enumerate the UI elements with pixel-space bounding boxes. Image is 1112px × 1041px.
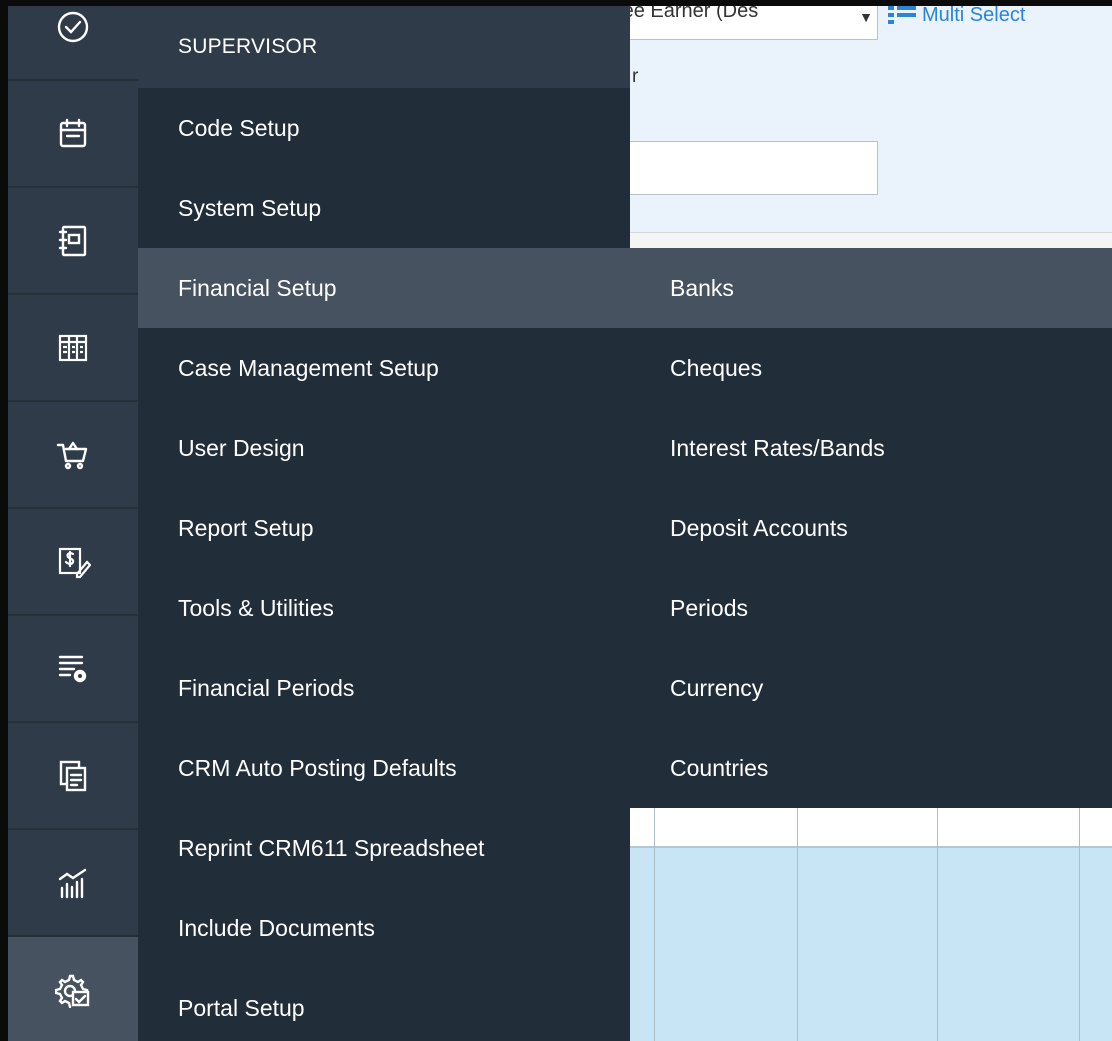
grid-header-row	[630, 808, 1112, 848]
menu-item-system-setup[interactable]: System Setup	[138, 168, 630, 248]
menu-item-report-setup[interactable]: Report Setup	[138, 488, 630, 568]
menu-item-financial-setup[interactable]: Financial Setup	[138, 248, 630, 328]
copy-document-icon	[59, 760, 87, 791]
submenu-item-periods[interactable]: Periods	[630, 568, 1112, 648]
rail-item-analytics[interactable]	[8, 830, 138, 937]
field-label: r	[632, 66, 639, 87]
submenu-item-currency[interactable]: Currency	[630, 648, 1112, 728]
rail-item-dashboard[interactable]	[8, 0, 138, 81]
notebook-icon	[58, 225, 87, 256]
supervisor-settings-icon	[55, 974, 90, 1008]
list-settings-icon	[58, 655, 87, 682]
multi-select-label: Multi Select	[922, 4, 1026, 26]
menu-item-user-design[interactable]: User Design	[138, 408, 630, 488]
analytics-chart-icon	[58, 868, 87, 898]
ledger-icon	[58, 334, 88, 361]
submenu-item-interest-rates-bands[interactable]: Interest Rates/Bands	[630, 408, 1112, 488]
menu-item-portal-setup[interactable]: Portal Setup	[138, 968, 630, 1041]
rail-item-supervisor[interactable]	[8, 937, 138, 1041]
menu-header: SUPERVISOR	[138, 6, 630, 88]
grid-column-line	[654, 808, 655, 1041]
rail-item-ledger[interactable]	[8, 295, 138, 402]
submenu-item-cheques[interactable]: Cheques	[630, 328, 1112, 408]
rail-item-notebook[interactable]	[8, 188, 138, 295]
grid-column-line	[937, 808, 938, 1041]
submenu-item-banks[interactable]: Banks	[630, 248, 1112, 328]
rail-item-calendar[interactable]	[8, 81, 138, 188]
menu-item-tools-utilities[interactable]: Tools & Utilities	[138, 568, 630, 648]
menu-header-title: SUPERVISOR	[178, 35, 318, 58]
grid-column-line	[797, 808, 798, 1041]
rail-item-documents[interactable]	[8, 723, 138, 830]
icon-rail	[8, 6, 138, 1041]
menu-item-include-documents[interactable]: Include Documents	[138, 888, 630, 968]
background-data-grid	[630, 808, 1112, 1041]
submenu-item-deposit-accounts[interactable]: Deposit Accounts	[630, 488, 1112, 568]
menu-item-crm-auto-posting-defaults[interactable]: CRM Auto Posting Defaults	[138, 728, 630, 808]
menu-item-reprint-crm611-spreadsheet[interactable]: Reprint CRM611 Spreadsheet	[138, 808, 630, 888]
menu-item-code-setup[interactable]: Code Setup	[138, 88, 630, 168]
grid-column-line	[1079, 808, 1080, 1041]
menu-item-case-management-setup[interactable]: Case Management Setup	[138, 328, 630, 408]
section-divider	[630, 232, 1112, 248]
dashboard-gauge-icon	[57, 11, 89, 42]
basket-icon	[56, 441, 88, 469]
rail-item-basket[interactable]	[8, 402, 138, 509]
submenu-item-countries[interactable]: Countries	[630, 728, 1112, 808]
chevron-down-icon: ▼	[859, 9, 873, 25]
financial-setup-submenu: Banks Cheques Interest Rates/Bands Depos…	[630, 248, 1112, 808]
calendar-icon	[59, 118, 87, 147]
supervisor-menu: SUPERVISOR Code Setup System Setup Finan…	[138, 6, 630, 1041]
menu-item-financial-periods[interactable]: Financial Periods	[138, 648, 630, 728]
invoice-pen-icon	[58, 547, 91, 578]
window-frame-left	[0, 0, 8, 1041]
multi-select-icon	[888, 6, 916, 24]
rail-item-invoice[interactable]	[8, 509, 138, 616]
multi-select-link[interactable]: Multi Select	[888, 2, 1025, 28]
rail-item-list-settings[interactable]	[8, 616, 138, 723]
